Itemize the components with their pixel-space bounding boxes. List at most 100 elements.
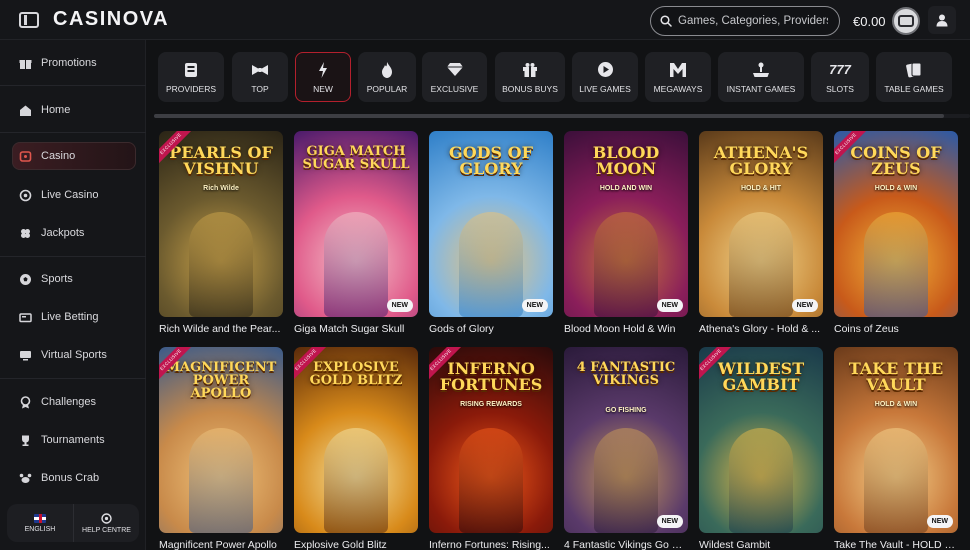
wallet-button[interactable]: [892, 7, 920, 35]
sidebar-item-home[interactable]: Home: [12, 96, 136, 124]
tab-providers[interactable]: PROVIDERS: [158, 52, 224, 102]
game-logo-text: WILDEST GAMBIT: [717, 359, 805, 394]
sidebar-item-bonus-crab[interactable]: Bonus Crab: [12, 464, 136, 492]
game-card[interactable]: WILDEST GAMBIT EXCLUSIVE Wildest Gambit: [699, 347, 823, 550]
sidebar-item-label: Tournaments: [41, 434, 105, 446]
tab-label: INSTANT GAMES: [726, 83, 796, 94]
game-logo-subtitle: Rich Wilde: [203, 185, 239, 192]
play-icon: [597, 61, 614, 79]
virtual-sports-icon: [18, 348, 32, 362]
sidebar-item-promotions[interactable]: Promotions: [12, 49, 136, 77]
game-character: [189, 212, 253, 317]
game-thumbnail[interactable]: BLOOD MOON HOLD AND WIN NEW: [564, 131, 688, 317]
tab-bonus-buys[interactable]: BONUS BUYS: [495, 52, 565, 102]
game-card[interactable]: PEARLS OF VISHNU Rich Wilde EXCLUSIVE Rich …: [159, 131, 283, 335]
game-logo-subtitle: RISING REWARDS: [460, 401, 522, 408]
game-thumbnail[interactable]: GIGA MATCH SUGAR SKULL NEW: [294, 131, 418, 317]
game-card[interactable]: GIGA MATCH SUGAR SKULL NEW Giga Match Suga…: [294, 131, 418, 335]
game-character: [864, 212, 928, 317]
sidebar-item-live-betting[interactable]: Live Betting: [12, 303, 136, 331]
game-card[interactable]: ATHENA'S GLORY HOLD & HIT NEW Athena's Glor…: [699, 131, 823, 335]
sidebar-item-label: Live Betting: [41, 311, 99, 323]
game-name: Coins of Zeus: [834, 323, 899, 335]
game-logo-text: EXPLOSIVE GOLD BLITZ: [309, 360, 403, 388]
game-card[interactable]: BLOOD MOON HOLD AND WIN NEW Blood Moon Hold…: [564, 131, 688, 335]
user-account-button[interactable]: [928, 6, 956, 34]
game-card[interactable]: INFERNO FORTUNES RISING REWARDS EXCLUSIVE I…: [429, 347, 553, 550]
game-character: [189, 428, 253, 533]
tab-label: POPULAR: [366, 83, 408, 94]
sidebar-item-live-casino[interactable]: Live Casino: [12, 181, 136, 209]
sidebar-item-virtual-sports[interactable]: Virtual Sports: [12, 341, 136, 369]
game-card[interactable]: 4 FANTASTIC VIKINGS GO FISHING NEW 4 Fantas…: [564, 347, 688, 550]
sidebar-item-jackpots[interactable]: Jackpots: [12, 219, 136, 247]
game-card[interactable]: TAKE THE VAULT HOLD & WIN NEW Take The Vaul…: [834, 347, 958, 550]
game-logo-subtitle: HOLD & HIT: [740, 185, 782, 192]
tab-top[interactable]: TOP: [232, 52, 288, 102]
game-card[interactable]: MAGNIFICENT POWER APOLLO EXCLUSIVE Magnifi…: [159, 347, 283, 550]
sidebar-item-label: Bonus Crab: [41, 472, 100, 484]
tab-label: TOP: [251, 83, 269, 94]
game-logo-text: INFERNO FORTUNES: [439, 359, 543, 394]
sidebar-toggle-icon[interactable]: [19, 11, 39, 28]
game-thumbnail[interactable]: GODS OF GLORY NEW: [429, 131, 553, 317]
tab-slots[interactable]: 777 SLOTS: [811, 52, 869, 102]
divider: [0, 256, 146, 257]
game-thumbnail[interactable]: INFERNO FORTUNES RISING REWARDS EXCLUSIVE: [429, 347, 553, 533]
search-input[interactable]: [678, 15, 828, 27]
game-logo-text: BLOOD MOON: [592, 143, 660, 178]
sidebar-item-challenges[interactable]: Challenges: [12, 388, 136, 416]
tab-instant-games[interactable]: INSTANT GAMES: [718, 52, 804, 102]
help-label: HELP CENTRE: [82, 526, 131, 534]
category-scrollbar[interactable]: [154, 114, 970, 118]
game-thumbnail[interactable]: MAGNIFICENT POWER APOLLO EXCLUSIVE: [159, 347, 283, 533]
language-button[interactable]: ENGLISH: [7, 504, 73, 542]
tab-label: PROVIDERS: [165, 83, 217, 94]
new-badge: NEW: [791, 299, 818, 312]
game-name: Explosive Gold Blitz: [294, 539, 387, 550]
sidebar-item-label: Challenges: [41, 396, 97, 408]
game-character: [459, 212, 523, 317]
game-character: [729, 428, 793, 533]
search-icon: [660, 15, 672, 27]
search-box[interactable]: [650, 6, 840, 36]
game-thumbnail[interactable]: 4 FANTASTIC VIKINGS GO FISHING NEW: [564, 347, 688, 533]
tab-new[interactable]: NEW: [295, 52, 351, 102]
sidebar-item-label: Promotions: [41, 57, 97, 69]
help-centre-button[interactable]: HELP CENTRE: [73, 504, 139, 542]
game-logo-text: GODS OF GLORY: [449, 143, 533, 178]
tab-table-games[interactable]: TABLE GAMES: [876, 52, 952, 102]
logo[interactable]: CASINOVA: [53, 8, 169, 31]
tab-megaways[interactable]: MEGAWAYS: [645, 52, 711, 102]
tab-popular[interactable]: POPULAR: [358, 52, 416, 102]
game-thumbnail[interactable]: WILDEST GAMBIT EXCLUSIVE: [699, 347, 823, 533]
game-thumbnail[interactable]: COINS OF ZEUS HOLD & WIN EXCLUSIVE: [834, 131, 958, 317]
game-logo-subtitle: HOLD AND WIN: [599, 185, 653, 192]
game-name: Giga Match Sugar Skull: [294, 323, 405, 335]
game-card[interactable]: EXPLOSIVE GOLD BLITZ EXCLUSIVE Explosive G…: [294, 347, 418, 550]
sidebar-item-sports[interactable]: Sports: [12, 265, 136, 293]
sidebar-item-tournaments[interactable]: Tournaments: [12, 426, 136, 454]
game-thumbnail[interactable]: PEARLS OF VISHNU Rich Wilde EXCLUSIVE: [159, 131, 283, 317]
game-character: [324, 212, 388, 317]
game-thumbnail[interactable]: ATHENA'S GLORY HOLD & HIT NEW: [699, 131, 823, 317]
slots-777-icon: 777: [829, 62, 851, 77]
game-card[interactable]: GODS OF GLORY NEW Gods of Glory: [429, 131, 553, 335]
sidebar-item-casino[interactable]: Casino: [12, 142, 136, 170]
game-logo-subtitle: HOLD & WIN: [874, 401, 918, 408]
tab-label: EXCLUSIVE: [430, 83, 479, 94]
scrollbar-thumb[interactable]: [154, 114, 944, 118]
joystick-icon: [752, 61, 770, 79]
game-thumbnail[interactable]: EXPLOSIVE GOLD BLITZ EXCLUSIVE: [294, 347, 418, 533]
balance-widget[interactable]: €0.00: [846, 6, 924, 36]
tab-exclusive[interactable]: EXCLUSIVE: [422, 52, 487, 102]
tab-label: MEGAWAYS: [653, 83, 703, 94]
sidebar-item-label: Live Casino: [41, 189, 99, 201]
tab-live-games[interactable]: LIVE GAMES: [572, 52, 638, 102]
game-logo-text: COINS OF ZEUS: [850, 143, 942, 178]
game-card[interactable]: COINS OF ZEUS HOLD & WIN EXCLUSIVE Coins of…: [834, 131, 958, 335]
game-logo-text: PEARLS OF VISHNU: [169, 143, 273, 178]
game-character: [324, 428, 388, 533]
game-thumbnail[interactable]: TAKE THE VAULT HOLD & WIN NEW: [834, 347, 958, 533]
language-label: ENGLISH: [24, 525, 56, 533]
